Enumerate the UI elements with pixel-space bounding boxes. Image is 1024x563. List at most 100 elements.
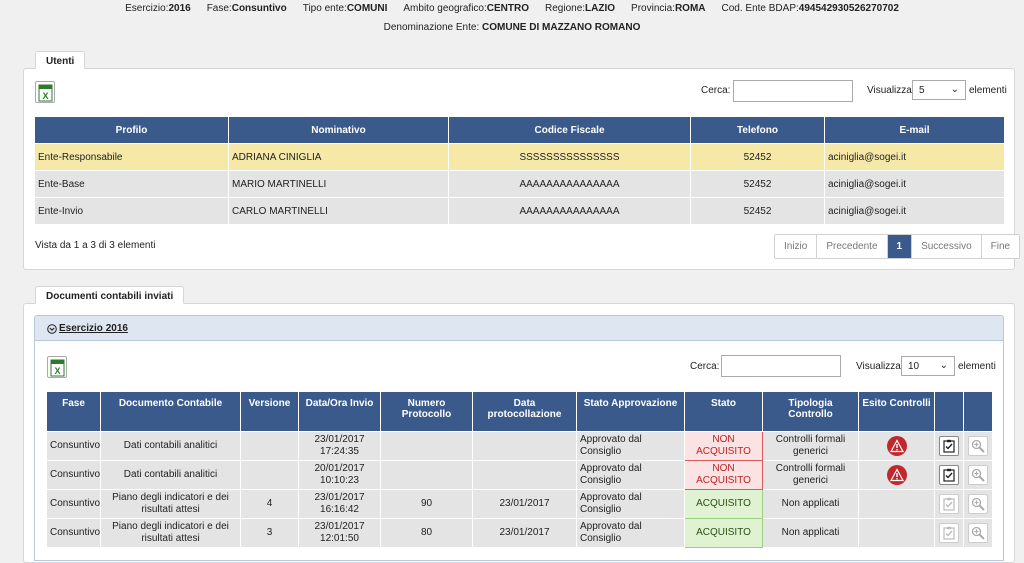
table-row[interactable]: Ente-Base MARIO MARTINELLI AAAAAAAAAAAAAAA… bbox=[34, 170, 1005, 198]
detail-zoom-button[interactable] bbox=[968, 523, 988, 543]
ente-info-value: COMUNI bbox=[346, 3, 388, 14]
table-cell: Ente-Base bbox=[34, 170, 229, 198]
utenti-table-info: Vista da 1 a 3 di 3 elementi bbox=[35, 240, 156, 251]
zoom-in-icon bbox=[971, 468, 985, 482]
table-cell: Ente-Responsabile bbox=[34, 143, 229, 171]
action-cell bbox=[934, 518, 964, 548]
check-report-button[interactable] bbox=[939, 436, 959, 456]
utenti-table: Profilo Nominativo Codice Fiscale Telefono E… bbox=[34, 116, 1005, 225]
docs-search-label: Cerca: bbox=[690, 361, 720, 372]
column-header[interactable]: Nominativo bbox=[228, 116, 449, 144]
docs-show-label: Visualizza bbox=[856, 361, 901, 372]
utenti-search-input[interactable] bbox=[733, 80, 853, 102]
ente-info-item: Fase:Consuntivo bbox=[207, 3, 287, 14]
column-header[interactable]: Stato bbox=[684, 391, 763, 432]
excel-export-button[interactable]: X bbox=[35, 81, 55, 103]
excel-export-button-docs[interactable]: X bbox=[47, 356, 67, 378]
column-header[interactable] bbox=[934, 391, 964, 432]
pagination-fine-button[interactable]: Fine bbox=[981, 235, 1020, 258]
pagination-inizio-button[interactable]: Inizio bbox=[775, 235, 818, 258]
table-cell bbox=[380, 431, 473, 461]
zoom-in-icon bbox=[971, 497, 985, 511]
table-cell: aciniglia@sogei.it bbox=[824, 170, 1005, 198]
zoom-in-icon bbox=[971, 526, 985, 540]
check-report-button[interactable] bbox=[939, 465, 959, 485]
warning-icon[interactable] bbox=[886, 436, 907, 456]
column-header[interactable]: Codice Fiscale bbox=[448, 116, 691, 144]
detail-zoom-button[interactable] bbox=[968, 436, 988, 456]
table-cell: Dati contabili analitici bbox=[100, 431, 241, 461]
status-badge: NON ACQUISITO bbox=[684, 460, 763, 490]
table-cell: 3 bbox=[240, 518, 299, 548]
table-row[interactable]: Ente-Responsabile ADRIANA CINIGLIA SSSSSSS… bbox=[34, 143, 1005, 171]
action-cell bbox=[963, 518, 993, 548]
table-cell: Approvato dal Consiglio bbox=[576, 489, 685, 519]
clipboard-check-icon bbox=[943, 468, 955, 482]
pagination-precedente-button[interactable]: Precedente bbox=[817, 235, 888, 258]
ente-info-value: LAZIO bbox=[585, 3, 616, 14]
action-cell bbox=[963, 431, 993, 461]
warning-icon[interactable] bbox=[886, 465, 907, 485]
ente-info-label: Tipo ente: bbox=[302, 3, 347, 14]
column-header[interactable]: Esito Controlli bbox=[858, 391, 935, 432]
table-cell bbox=[380, 460, 473, 490]
table-cell: 52452 bbox=[690, 143, 825, 171]
ente-info-label: Esercizio: bbox=[125, 3, 169, 14]
ente-info-item: Ambito geografico:CENTRO bbox=[403, 3, 529, 14]
warning-triangle-icon bbox=[889, 468, 904, 482]
ente-info-value: CENTRO bbox=[486, 3, 530, 14]
column-header[interactable]: Telefono bbox=[690, 116, 825, 144]
column-header[interactable]: Profilo bbox=[34, 116, 229, 144]
column-header[interactable]: Data protocollazione bbox=[472, 391, 577, 432]
documenti-table: Fase Documento Contabile Versione Data/Ora … bbox=[46, 391, 993, 548]
column-header[interactable]: Versione bbox=[240, 391, 299, 432]
ente-denominazione-line: Denominazione Ente: COMUNE DI MAZZANO RO… bbox=[0, 22, 1024, 33]
tab-documenti[interactable]: Documenti contabili inviati bbox=[35, 286, 185, 304]
ente-info-label: Regione: bbox=[545, 3, 586, 14]
table-cell: MARIO MARTINELLI bbox=[228, 170, 449, 198]
utenti-search-label: Cerca: bbox=[701, 85, 731, 96]
pagination-successivo-button[interactable]: Successivo bbox=[912, 235, 982, 258]
utenti-show-suffix: elementi bbox=[969, 85, 1007, 96]
ente-info-label: Ambito geografico: bbox=[403, 3, 487, 14]
esercizio-accordion-header[interactable]: Esercizio 2016 bbox=[34, 315, 1004, 341]
table-cell: Consuntivo bbox=[46, 489, 101, 519]
table-row[interactable]: Consuntivo Dati contabili analitici 23/01/… bbox=[46, 431, 993, 461]
pagination-1-button[interactable]: 1 bbox=[887, 235, 913, 258]
utenti-page-size-select[interactable]: 5 ⌄ bbox=[912, 80, 966, 100]
column-header[interactable]: Data/Ora Invio bbox=[298, 391, 381, 432]
column-header[interactable]: Numero Protocollo bbox=[380, 391, 473, 432]
table-row[interactable]: Ente-Invio CARLO MARTINELLI AAAAAAAAAAAAAA… bbox=[34, 197, 1005, 225]
chevron-down-icon: ⌄ bbox=[939, 360, 948, 371]
table-cell bbox=[472, 460, 577, 490]
docs-page-size-select[interactable]: 10 ⌄ bbox=[901, 356, 955, 376]
action-cell bbox=[934, 431, 964, 461]
table-cell: Ente-Invio bbox=[34, 197, 229, 225]
table-cell: ADRIANA CINIGLIA bbox=[228, 143, 449, 171]
table-cell: 23/01/2017 17:24:35 bbox=[298, 431, 381, 461]
column-header[interactable]: Documento Contabile bbox=[100, 391, 241, 432]
table-cell: Dati contabili analitici bbox=[100, 460, 241, 490]
check-report-button[interactable] bbox=[939, 523, 959, 543]
column-header[interactable]: E-mail bbox=[824, 116, 1005, 144]
table-cell: 20/01/2017 10:10:23 bbox=[298, 460, 381, 490]
column-header[interactable]: Stato Approvazione bbox=[576, 391, 685, 432]
table-row[interactable]: Consuntivo Piano degli indicatori e dei r… bbox=[46, 489, 993, 519]
docs-search-input[interactable] bbox=[721, 355, 841, 377]
column-header[interactable]: Tipologia Controllo bbox=[762, 391, 859, 432]
table-cell: SSSSSSSSSSSSSSS bbox=[448, 143, 691, 171]
table-cell: aciniglia@sogei.it bbox=[824, 143, 1005, 171]
check-report-button[interactable] bbox=[939, 494, 959, 514]
table-cell: 23/01/2017 12:01:50 bbox=[298, 518, 381, 548]
table-row[interactable]: Consuntivo Dati contabili analitici 20/01/… bbox=[46, 460, 993, 490]
column-header[interactable] bbox=[963, 391, 993, 432]
column-header[interactable]: Fase bbox=[46, 391, 101, 432]
table-cell: 90 bbox=[380, 489, 473, 519]
detail-zoom-button[interactable] bbox=[968, 465, 988, 485]
table-row[interactable]: Consuntivo Piano degli indicatori e dei r… bbox=[46, 518, 993, 548]
tab-utenti[interactable]: Utenti bbox=[35, 51, 86, 69]
table-cell: aciniglia@sogei.it bbox=[824, 197, 1005, 225]
ente-info-item: Esercizio:2016 bbox=[125, 3, 191, 14]
status-badge: ACQUISITO bbox=[684, 489, 763, 519]
detail-zoom-button[interactable] bbox=[968, 494, 988, 514]
